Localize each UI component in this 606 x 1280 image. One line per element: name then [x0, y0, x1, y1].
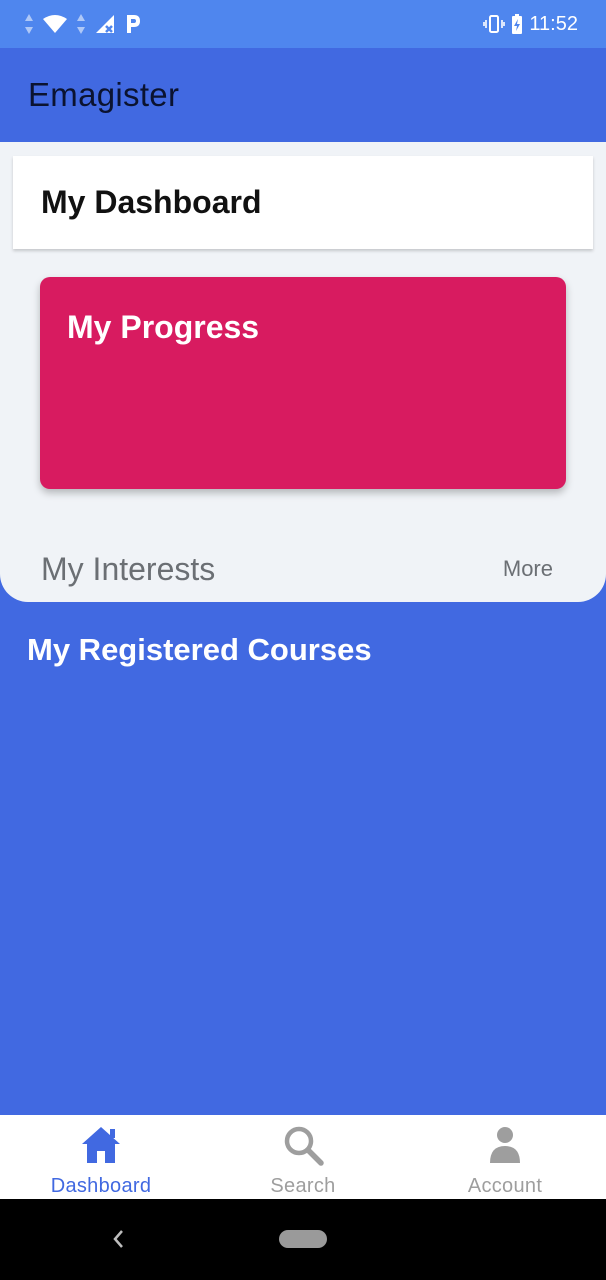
- bottom-navigation: Dashboard Search Account: [0, 1115, 606, 1199]
- dashboard-header-card: My Dashboard: [13, 156, 593, 249]
- interests-title: My Interests: [41, 550, 216, 587]
- back-icon[interactable]: [106, 1225, 130, 1253]
- nav-label-account: Account: [467, 1175, 543, 1197]
- search-icon: [282, 1123, 324, 1167]
- app-bar: Emagister: [0, 48, 606, 142]
- wifi-icon: [42, 14, 68, 34]
- status-left-icons: [24, 13, 142, 35]
- signal-no-service-icon: [94, 13, 116, 35]
- nav-label-search: Search: [270, 1175, 336, 1197]
- home-pill-button[interactable]: [279, 1230, 327, 1248]
- nav-item-account[interactable]: Account: [404, 1115, 606, 1199]
- nav-item-search[interactable]: Search: [202, 1115, 404, 1199]
- system-navigation-bar: [0, 1199, 606, 1280]
- interests-header: My Interests More: [41, 544, 553, 594]
- status-right-icons: 11:52: [483, 13, 578, 36]
- registered-courses-title: My Registered Courses: [27, 632, 372, 667]
- nav-label-dashboard: Dashboard: [50, 1175, 152, 1197]
- progress-card[interactable]: My Progress: [40, 277, 566, 489]
- interests-more-link[interactable]: More: [503, 556, 553, 582]
- account-icon: [488, 1123, 522, 1167]
- vibrate-icon: [483, 14, 506, 34]
- dashboard-title: My Dashboard: [41, 184, 262, 220]
- home-icon: [80, 1123, 122, 1167]
- progress-title: My Progress: [67, 309, 260, 345]
- dashboard-panel: My Dashboard My Progress My Interests Mo…: [0, 142, 606, 602]
- data-arrows-icon: [76, 13, 86, 35]
- data-arrows-icon: [24, 13, 34, 35]
- app-title: Emagister: [28, 76, 180, 113]
- parking-icon: [124, 14, 142, 34]
- status-bar: 11:52: [0, 0, 606, 48]
- nav-item-dashboard[interactable]: Dashboard: [0, 1115, 202, 1199]
- battery-charging-icon: [511, 13, 523, 35]
- status-time: 11:52: [529, 12, 578, 35]
